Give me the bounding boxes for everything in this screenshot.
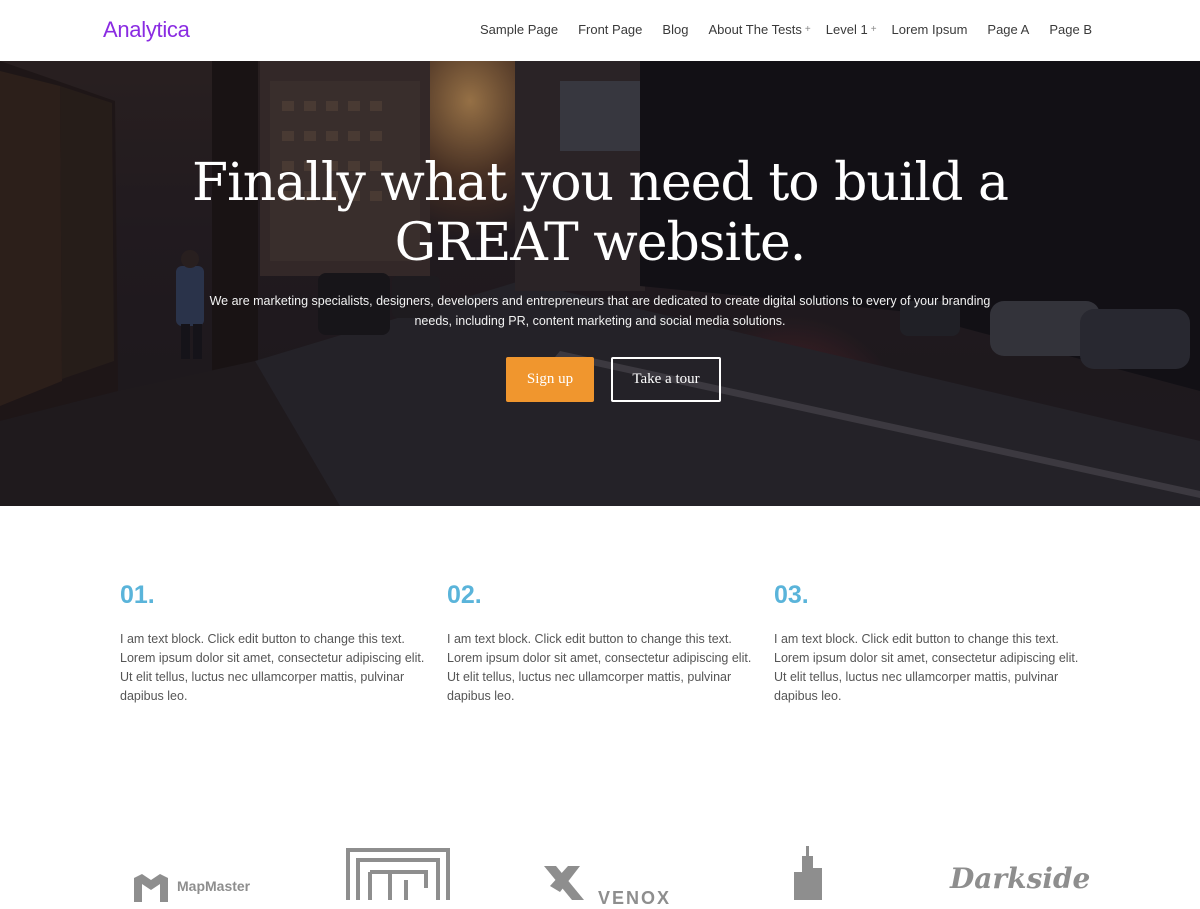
hero-subtitle: We are marketing specialists, designers,… [209, 294, 991, 328]
darkside-wordmark: Darkside [950, 862, 1091, 895]
darkside-logo: Darkside [950, 862, 1090, 895]
nav-item-page-a[interactable]: Page A [987, 22, 1029, 37]
nav-label: About The Tests [708, 22, 802, 37]
nav-item-front-page[interactable]: Front Page [578, 22, 642, 37]
site-header: Analytica Sample Page Front Page Blog Ab… [0, 0, 1200, 61]
maze-mark-icon [346, 848, 450, 909]
mapmaster-mark-icon [134, 874, 168, 902]
nav-label: Blog [662, 22, 689, 37]
skyscraper-icon [794, 846, 822, 900]
nav-label: Page B [1049, 22, 1092, 37]
nav-item-sample-page[interactable]: Sample Page [480, 22, 558, 37]
submenu-plus-icon: + [804, 24, 811, 35]
hero-section: Finally what you need to build a GREAT w… [0, 61, 1200, 506]
maze-logo [346, 848, 450, 909]
venox-wordmark: VENOX [598, 888, 672, 908]
feature-text: I am text block. Click edit button to ch… [447, 632, 752, 703]
nav-label: Sample Page [480, 22, 559, 37]
main-nav: Sample Page Front Page Blog About The Te… [460, 22, 1092, 37]
sign-up-button[interactable]: Sign up [506, 357, 594, 402]
skyscraper-logo [790, 846, 826, 905]
nav-label: Front Page [578, 22, 643, 37]
feature-number: 02. [447, 581, 482, 609]
nav-label: Level 1 [825, 22, 868, 37]
nav-label: Lorem Ipsum [891, 22, 968, 37]
feature-block: 03. I am text block. Click edit button t… [774, 578, 1089, 706]
hero-title: Finally what you need to build a GREAT w… [192, 153, 1009, 273]
feature-text: I am text block. Click edit button to ch… [774, 632, 1079, 703]
take-a-tour-button[interactable]: Take a tour [611, 357, 721, 402]
nav-item-lorem-ipsum[interactable]: Lorem Ipsum [892, 22, 968, 37]
nav-label: Page A [987, 22, 1030, 37]
nav-item-page-b[interactable]: Page B [1049, 22, 1092, 37]
nav-item-blog[interactable]: Blog [662, 22, 688, 37]
feature-block: 02. I am text block. Click edit button t… [447, 578, 762, 706]
feature-text: I am text block. Click edit button to ch… [120, 632, 425, 703]
nav-item-level-1[interactable]: Level 1 + [826, 22, 877, 37]
feature-block: 01. I am text block. Click edit button t… [120, 578, 435, 706]
site-logo[interactable]: Analytica [103, 17, 190, 43]
feature-number: 03. [774, 581, 809, 609]
hero-dark-overlay [0, 61, 1200, 506]
nav-item-about-the-tests[interactable]: About The Tests + [708, 22, 810, 37]
mapmaster-wordmark: MapMaster [177, 878, 251, 894]
submenu-plus-icon: + [870, 24, 877, 35]
feature-number: 01. [120, 581, 155, 609]
venox-x-icon [544, 866, 584, 900]
